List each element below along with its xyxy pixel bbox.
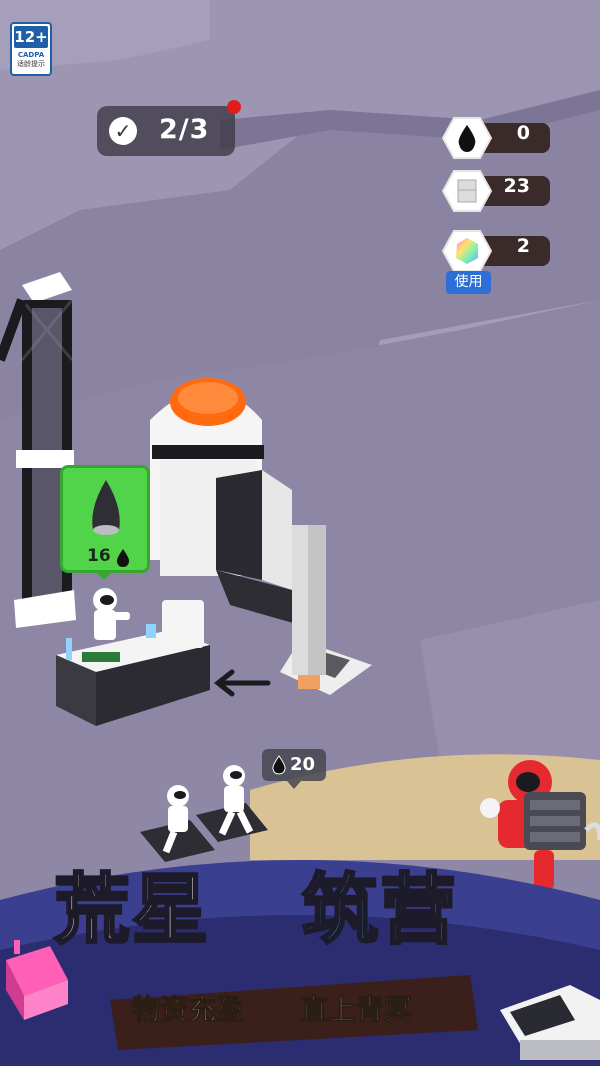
age-rating: 12+	[14, 26, 48, 48]
oil-drop-icon	[272, 755, 286, 775]
task-progress-button[interactable]: ✓ 2/3	[97, 100, 241, 156]
bubble-pointer-icon	[94, 570, 114, 580]
rocket-nose-price: 16	[87, 546, 111, 566]
subtitle-part2: 直上青冥	[299, 993, 413, 1027]
resource-gem: 2	[442, 230, 550, 272]
subtitle-part1: 物资充盈	[131, 993, 245, 1027]
use-gem-button[interactable]: 使用	[446, 271, 491, 294]
rating-tip: 适龄提示	[17, 60, 45, 68]
oil-drop-icon	[116, 549, 130, 567]
rocket-nose-upgrade[interactable]: 16	[60, 465, 150, 580]
resource-gem-value: 2	[516, 235, 530, 257]
alert-dot-icon	[227, 100, 241, 114]
game-title-part1: 荒星	[53, 864, 210, 956]
resource-oil: 0	[442, 117, 550, 159]
rocket-nose-icon	[92, 480, 120, 535]
rainbow-gem-icon	[442, 230, 492, 272]
checkmark-icon: ✓	[109, 117, 137, 145]
block-icon	[442, 170, 492, 212]
astronaut-cost-tag[interactable]: 20	[262, 749, 326, 789]
astronaut-cost-amount: 20	[290, 754, 316, 775]
game-title-part2: 筑营	[301, 864, 458, 956]
rating-org: CADPA	[17, 51, 45, 59]
resource-block-value: 23	[503, 175, 530, 197]
oil-drop-icon	[442, 117, 492, 159]
task-progress-count: 2/3	[159, 114, 210, 145]
age-rating-badge: 12+ CADPA 适龄提示	[10, 22, 52, 76]
resource-oil-value: 0	[516, 122, 530, 144]
tag-pointer-icon	[287, 781, 301, 789]
resource-block: 23	[442, 170, 550, 212]
